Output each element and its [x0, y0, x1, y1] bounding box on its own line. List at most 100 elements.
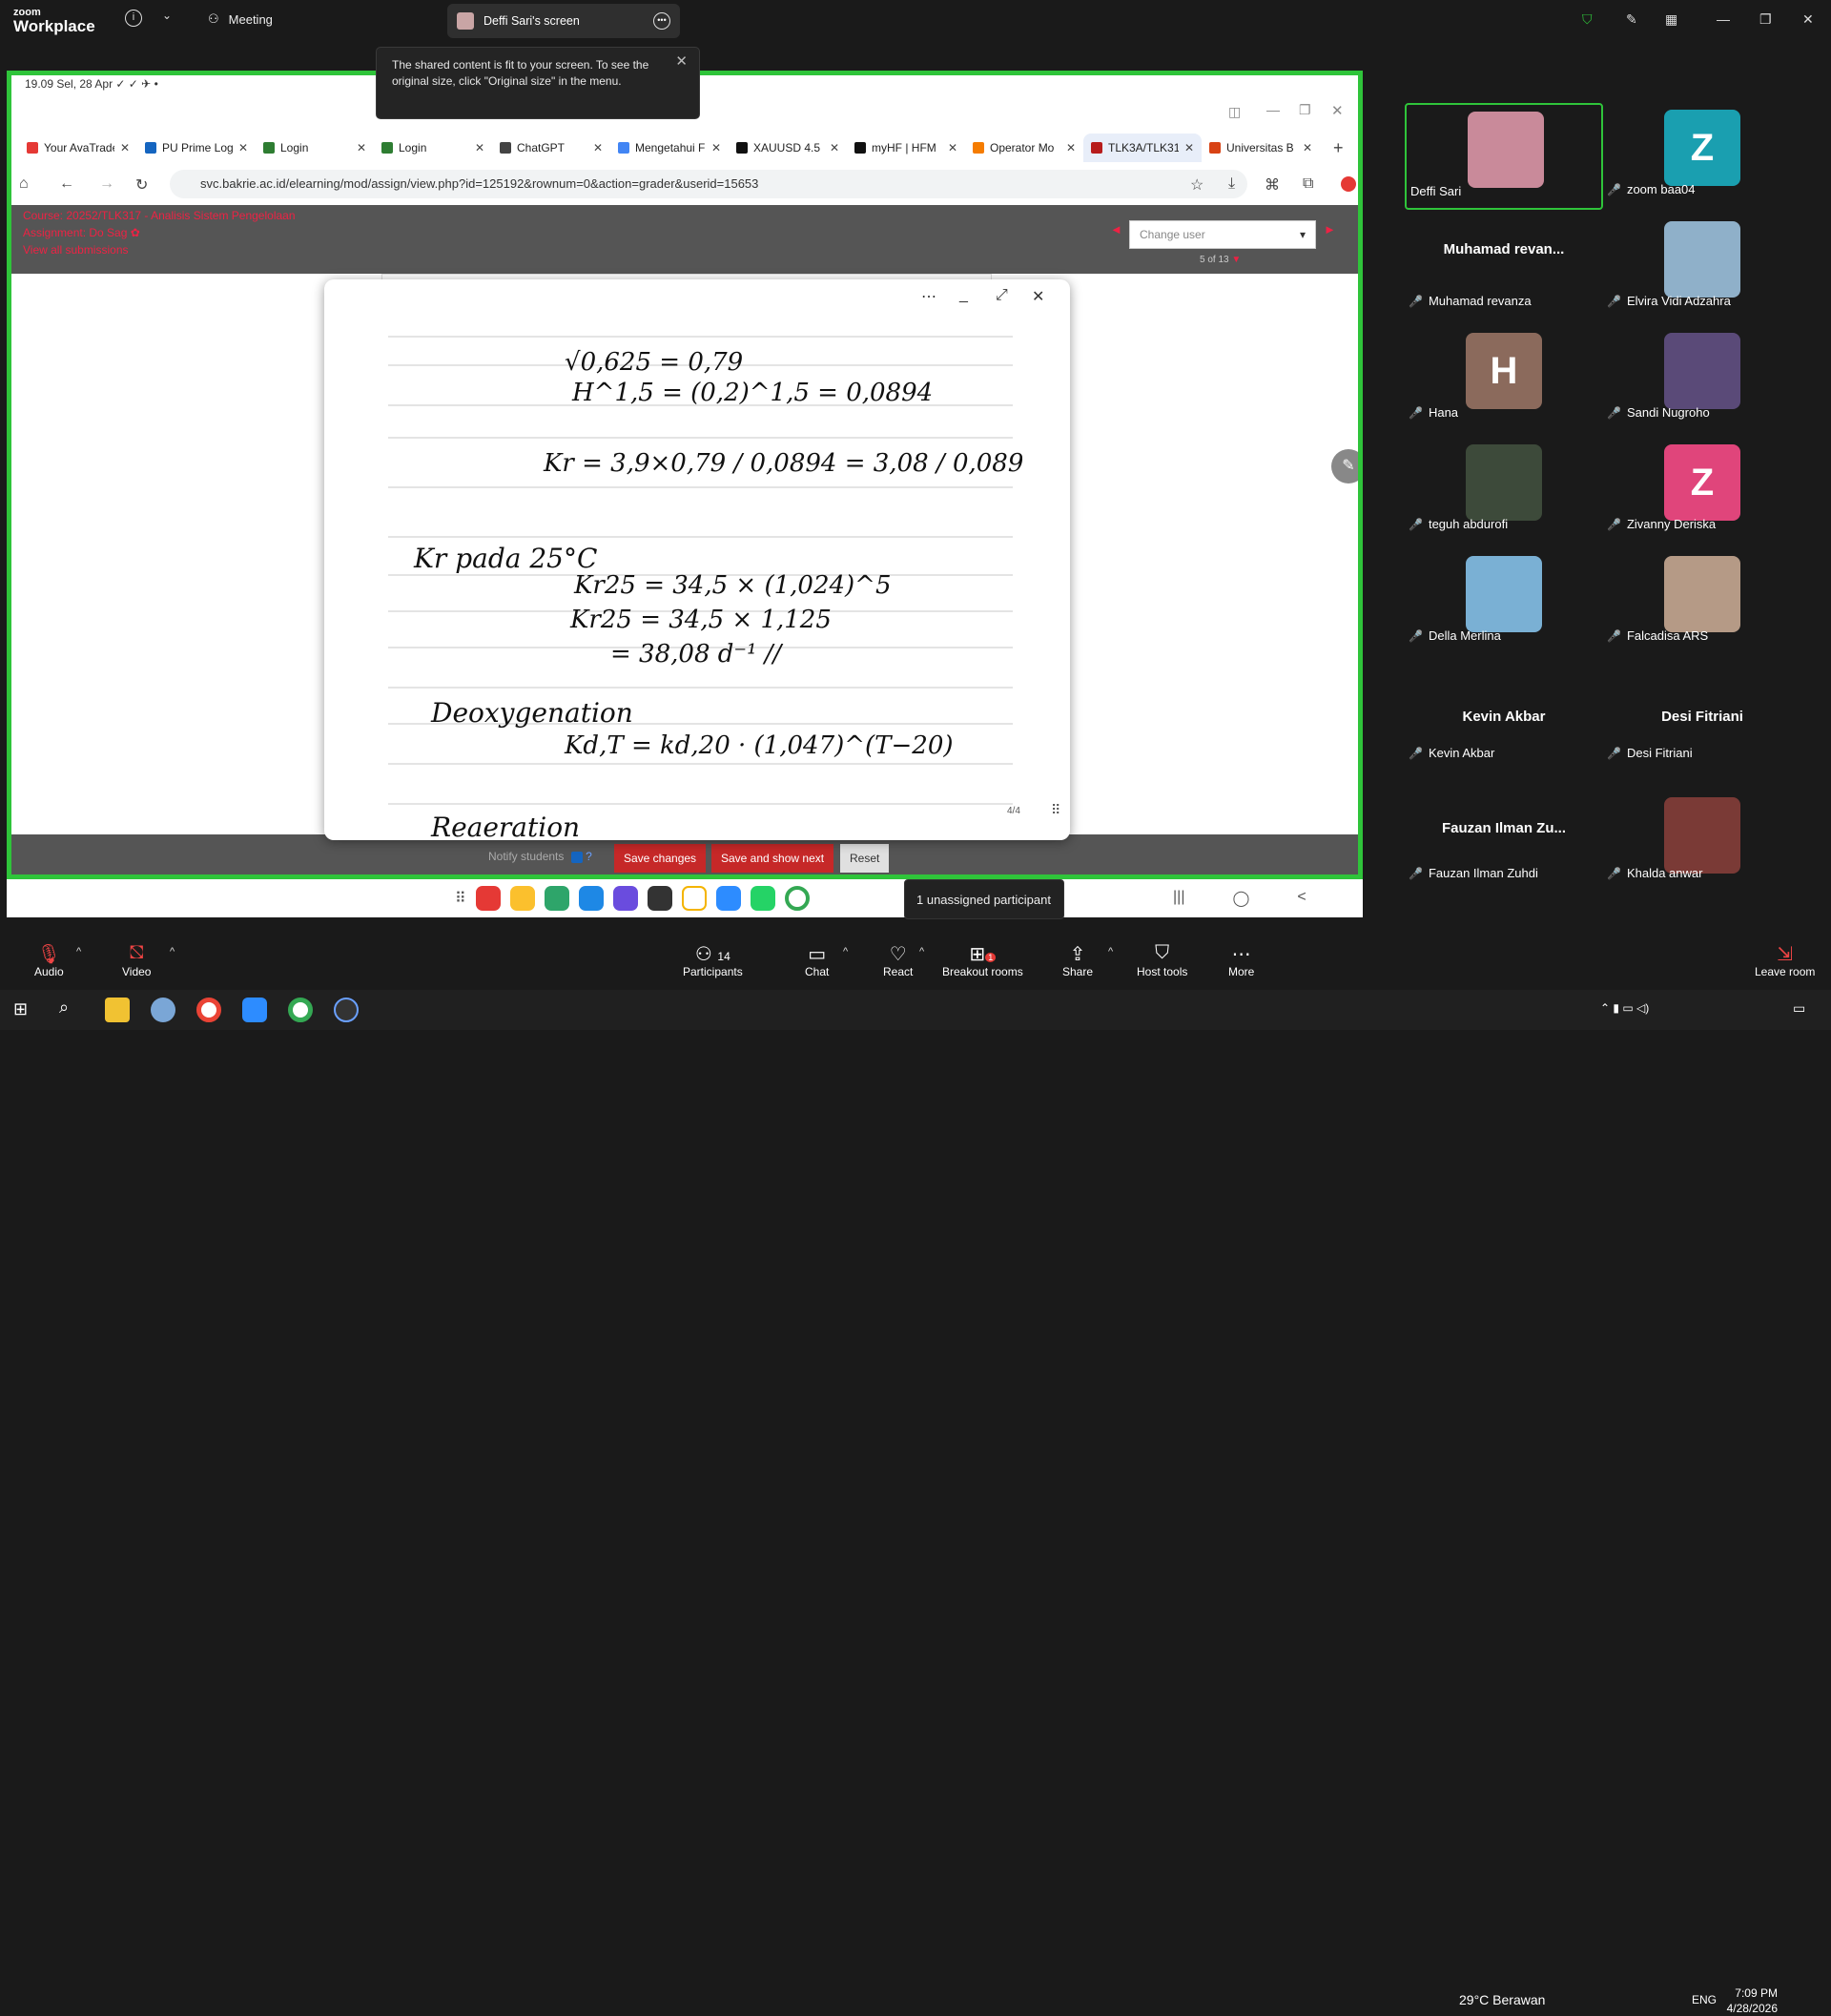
layout-icon[interactable]: ▦: [1665, 11, 1677, 28]
chat-button[interactable]: ▭ Chat: [805, 942, 829, 978]
tab-close-icon[interactable]: ✕: [1303, 141, 1312, 154]
weather-widget[interactable]: 29°C Berawan: [1459, 1992, 1545, 2007]
filter-icon[interactable]: ▼: [1231, 255, 1241, 265]
more-button[interactable]: ⋯ More: [1228, 942, 1254, 978]
system-clock[interactable]: 7:09 PM 4/28/2026: [1724, 1985, 1778, 2016]
extension-icon[interactable]: ⧉: [1303, 175, 1313, 193]
tab-close-icon[interactable]: ✕: [711, 141, 721, 154]
audio-button[interactable]: 🎙 Audio: [34, 942, 64, 978]
audio-options-caret-icon[interactable]: ^: [76, 946, 81, 957]
pencil-icon[interactable]: ✎: [1626, 11, 1637, 28]
meeting-tab[interactable]: ⚇ Meeting: [208, 11, 273, 27]
host-tools-button[interactable]: ⛉ Host tools: [1137, 942, 1187, 978]
close-icon[interactable]: ✕: [1331, 102, 1344, 119]
participant-tile[interactable]: 🎤 Della Merlina: [1405, 549, 1603, 656]
app-icon[interactable]: [509, 886, 535, 911]
browser-tab[interactable]: myHF | HFM ✕: [847, 134, 965, 162]
video-button[interactable]: ⛞ Video: [122, 942, 151, 978]
participant-tile[interactable]: 🎤 Elvira Vidi Adzahra: [1603, 215, 1801, 321]
restore-icon[interactable]: ❐: [1299, 102, 1311, 118]
expand-icon[interactable]: ⤢: [996, 287, 1008, 304]
tab-close-icon[interactable]: ✕: [593, 141, 603, 154]
translate-icon[interactable]: ⌘: [1265, 175, 1280, 195]
bookmark-star-icon[interactable]: ☆: [1190, 175, 1204, 195]
restore-icon[interactable]: ❐: [1759, 11, 1772, 28]
drag-handle-icon[interactable]: ⠿: [1051, 802, 1060, 818]
minimize-icon[interactable]: —: [1266, 102, 1280, 117]
shield-icon[interactable]: ⛉: [1582, 11, 1593, 28]
edit-pencil-icon[interactable]: ✎: [1331, 449, 1358, 483]
app-icon[interactable]: [151, 998, 175, 1022]
close-icon[interactable]: ✕: [1032, 287, 1044, 306]
close-icon[interactable]: ✕: [675, 53, 688, 70]
download-icon[interactable]: ⤓: [1228, 175, 1235, 193]
view-all-submissions-link[interactable]: View all submissions: [23, 243, 129, 257]
participant-tile[interactable]: Desi Fitriani 🎤 Desi Fitriani: [1603, 683, 1801, 790]
react-options-caret-icon[interactable]: ^: [919, 946, 924, 957]
browser-tab[interactable]: Login ✕: [374, 134, 492, 162]
app-icon[interactable]: [475, 886, 501, 911]
participant-tile[interactable]: Deffi Sari: [1405, 103, 1603, 210]
participant-tile[interactable]: Z 🎤 Zivanny Deriska: [1603, 438, 1801, 545]
zoom-app-icon[interactable]: [242, 998, 267, 1022]
app-icon[interactable]: [544, 886, 569, 911]
share-options-caret-icon[interactable]: ^: [1108, 946, 1113, 957]
browser-tab[interactable]: XAUUSD 4.5 ✕: [729, 134, 847, 162]
chat-app-icon[interactable]: [578, 886, 604, 911]
participant-tile[interactable]: H 🎤 Hana: [1405, 326, 1603, 433]
close-icon[interactable]: ✕: [1802, 11, 1814, 28]
url-input[interactable]: svc.bakrie.ac.id/elearning/mod/assign/vi…: [170, 170, 1247, 198]
participant-tile[interactable]: Muhamad revan... 🎤 Muhamad revanza: [1405, 215, 1603, 321]
language-indicator[interactable]: ENG: [1692, 1993, 1717, 2006]
more-options-icon[interactable]: •••: [653, 12, 670, 30]
tab-close-icon[interactable]: ✕: [238, 141, 248, 154]
course-link[interactable]: Course: 20252/TLK317 - Analisis Sistem P…: [23, 209, 296, 222]
participant-tile[interactable]: Kevin Akbar 🎤 Kevin Akbar: [1405, 683, 1603, 790]
previous-user-icon[interactable]: ◄: [1110, 222, 1122, 237]
minimize-icon[interactable]: —: [1717, 11, 1730, 27]
checkbox-checked-icon[interactable]: [570, 851, 583, 863]
participant-tile[interactable]: 🎤 Falcadisa ARS: [1603, 549, 1801, 656]
react-button[interactable]: ♡ React: [883, 942, 913, 978]
help-icon[interactable]: ?: [586, 850, 592, 863]
chrome-icon[interactable]: [196, 998, 221, 1022]
assignment-link[interactable]: Assignment: Do Sag ✿: [23, 226, 140, 239]
tab-close-icon[interactable]: ✕: [1184, 141, 1194, 154]
participants-button[interactable]: ⚇ 14 Participants: [683, 942, 743, 978]
tab-close-icon[interactable]: ✕: [948, 141, 957, 154]
tab-close-icon[interactable]: ✕: [1066, 141, 1076, 154]
participant-tile[interactable]: 🎤 teguh abdurofi: [1405, 438, 1603, 545]
browser-tab-active[interactable]: TLK3A/TLK31 ✕: [1083, 134, 1202, 162]
next-user-icon[interactable]: ►: [1324, 222, 1336, 237]
chrome-icon[interactable]: [288, 998, 313, 1022]
camera-icon[interactable]: [647, 886, 672, 911]
participant-tile[interactable]: Z 🎤 zoom baa04: [1603, 103, 1801, 210]
share-button[interactable]: ⇪ Share: [1062, 942, 1093, 978]
more-options-icon[interactable]: ⋯: [921, 287, 936, 306]
leave-room-button[interactable]: ⇲ Leave room: [1755, 942, 1815, 978]
participant-tile[interactable]: 🎤 Khalda anwar: [1603, 791, 1801, 897]
windows-start-icon[interactable]: ⊞: [13, 999, 28, 1019]
recents-icon[interactable]: |||: [1173, 889, 1184, 908]
split-icon[interactable]: ◫: [1228, 104, 1241, 120]
app-drawer-icon[interactable]: ⠿: [455, 889, 466, 908]
browser-tab[interactable]: Your AvaTrade ✕: [19, 134, 137, 162]
chevron-down-icon[interactable]: ⌄: [162, 9, 172, 22]
change-user-select[interactable]: Change user ▾: [1129, 220, 1316, 249]
app-icon[interactable]: [334, 998, 359, 1022]
video-options-caret-icon[interactable]: ^: [170, 946, 175, 957]
browser-tab[interactable]: Operator Mo ✕: [965, 134, 1083, 162]
browser-tab[interactable]: Mengetahui F ✕: [610, 134, 729, 162]
back-icon[interactable]: <: [1297, 889, 1306, 908]
notify-students[interactable]: Notify students ?: [488, 850, 592, 863]
save-and-show-next-button[interactable]: Save and show next: [711, 844, 834, 873]
profile-icon[interactable]: [1341, 176, 1356, 192]
browser-tab[interactable]: ChatGPT ✕: [492, 134, 610, 162]
shared-screen-tab[interactable]: Deffi Sari's screen •••: [447, 4, 680, 38]
drive-icon[interactable]: [681, 886, 707, 911]
browser-tab[interactable]: Login ✕: [256, 134, 374, 162]
zoom-app-icon[interactable]: [715, 886, 741, 911]
tab-close-icon[interactable]: ✕: [357, 141, 366, 154]
browser-tab[interactable]: PU Prime Log ✕: [137, 134, 256, 162]
browser-tab[interactable]: Universitas B ✕: [1202, 134, 1320, 162]
